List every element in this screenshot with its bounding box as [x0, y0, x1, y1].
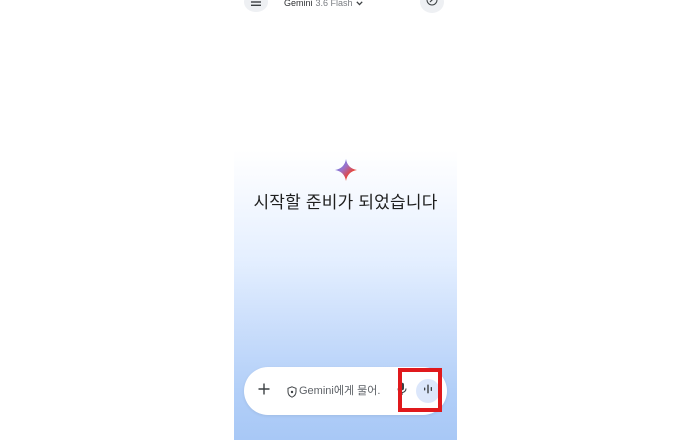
edit-pencil-icon [426, 0, 438, 11]
app-name: Gemini [284, 0, 313, 8]
greeting-text: 시작할 준비가 되었습니다 [253, 193, 438, 212]
model-selector[interactable]: Gemini 3.6 Flash [284, 0, 363, 9]
model-name: 3.6 Flash [315, 0, 353, 8]
shield-icon [287, 385, 297, 398]
add-button[interactable] [252, 379, 276, 403]
new-chat-button[interactable] [420, 0, 444, 13]
menu-button[interactable] [244, 0, 268, 12]
plus-icon [258, 382, 270, 400]
top-bar: Gemini 3.6 Flash [234, 0, 457, 40]
menu-icon [251, 0, 261, 6]
chevron-down-icon [355, 0, 363, 6]
page: Gemini 3.6 Flash 시작할 준비가 되었습니다 Gemini에게 … [0, 0, 686, 440]
highlight-annotation-box [398, 368, 442, 412]
prompt-input[interactable]: Gemini에게 물어. [299, 382, 395, 398]
gemini-spark-icon [335, 159, 357, 181]
